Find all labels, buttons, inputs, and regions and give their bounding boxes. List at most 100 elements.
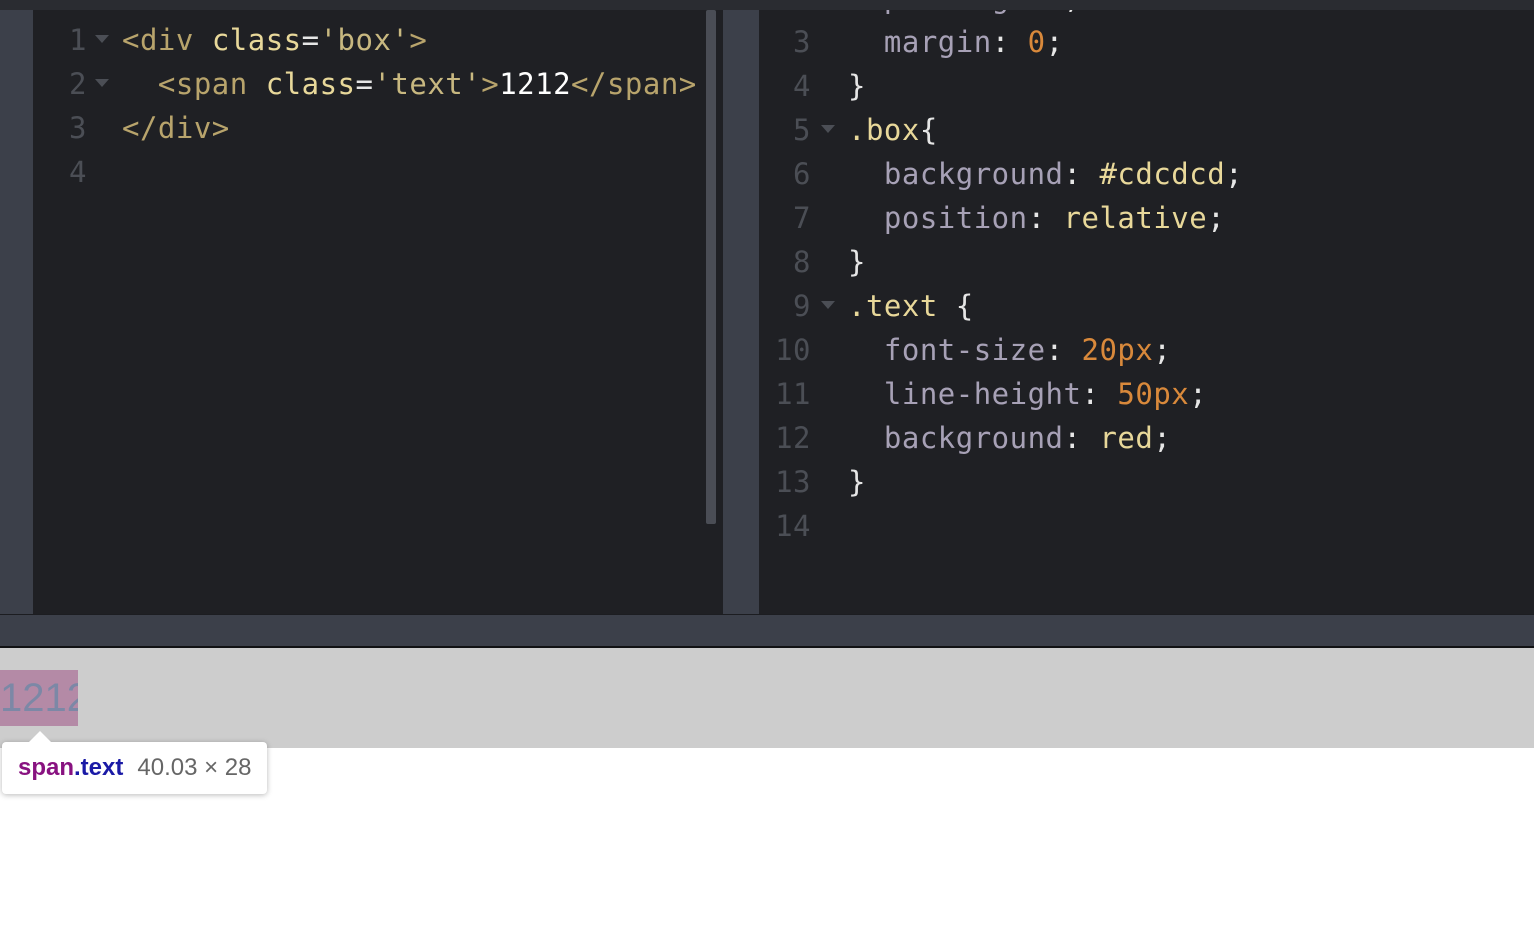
tooltip-dimensions: 40.03 × 28: [137, 754, 252, 781]
line-code: padding: 0;: [848, 10, 1082, 20]
code-token: 'text': [373, 67, 482, 101]
line-number: 3: [793, 25, 811, 59]
line-code: }: [848, 64, 866, 108]
line-number: 8: [793, 245, 811, 279]
code-token: background: [848, 421, 1064, 455]
code-token: :: [1045, 333, 1082, 367]
code-token: red: [1099, 421, 1154, 455]
fold-arrow-icon[interactable]: [821, 125, 835, 133]
code-line[interactable]: 6 background: #cdcdcd;: [759, 152, 1534, 196]
fold-arrow-icon[interactable]: [821, 301, 835, 309]
inspector-tooltip: span.text 40.03 × 28: [2, 731, 268, 794]
code-token: <div: [122, 23, 212, 57]
code-token: </div>: [122, 111, 230, 145]
line-number: 2: [69, 67, 87, 101]
code-token: ;: [1153, 333, 1172, 367]
code-token: :: [1063, 421, 1100, 455]
playground-window: 1 <div class='box'> 2 <span class='text'>1…: [0, 0, 1534, 936]
code-token: ;: [1207, 201, 1226, 235]
code-token: font-size: [848, 333, 1046, 367]
code-token: >: [481, 67, 500, 101]
code-line[interactable]: 4}: [759, 64, 1534, 108]
code-token: =: [301, 23, 320, 57]
line-number: 13: [775, 465, 811, 499]
code-token: }: [848, 245, 866, 279]
editor-top-strip: [0, 0, 1534, 10]
line-code: }: [848, 240, 866, 284]
line-number: 2: [763, 10, 811, 20]
code-token: class: [211, 23, 302, 57]
code-token: :: [991, 25, 1028, 59]
line-number: 5: [793, 113, 811, 147]
code-token: ;: [1064, 10, 1082, 15]
code-line[interactable]: 5 .box{: [759, 108, 1534, 152]
code-token: line-height: [848, 377, 1082, 411]
code-token: .box: [848, 113, 920, 147]
code-token: 20px: [1081, 333, 1154, 367]
code-token: :: [1027, 201, 1064, 235]
pane-resize-divider[interactable]: [0, 614, 1534, 648]
code-token: :: [1063, 157, 1100, 191]
code-token: background: [848, 157, 1064, 191]
fold-arrow-icon[interactable]: [95, 79, 109, 87]
line-code: </div>: [122, 106, 230, 150]
code-line[interactable]: 12 background: red;: [759, 416, 1534, 460]
code-token: position: [848, 201, 1028, 235]
line-code: position: relative;: [848, 196, 1225, 240]
code-token: :: [1081, 377, 1118, 411]
code-token: ;: [1153, 421, 1172, 455]
line-code: line-height: 50px;: [848, 372, 1207, 416]
code-token: {: [919, 113, 938, 147]
html-editor-scrollbar[interactable]: [706, 10, 716, 524]
line-number: 10: [775, 333, 811, 367]
code-token: =: [355, 67, 374, 101]
line-number: 4: [69, 155, 87, 189]
code-line[interactable]: 9 .text {: [759, 284, 1534, 328]
fold-arrow-icon[interactable]: [95, 35, 109, 43]
line-code: background: red;: [848, 416, 1171, 460]
line-code: font-size: 20px;: [848, 328, 1171, 372]
line-number: 11: [775, 377, 811, 411]
line-number: 3: [69, 111, 87, 145]
code-token: </span>: [571, 67, 697, 101]
code-line[interactable]: 3 </div>: [33, 106, 723, 150]
span-text-element: 1212: [0, 670, 78, 726]
result-preview: 1212 span.text 40.03 × 28: [0, 648, 1534, 936]
code-token: padding: [848, 10, 1010, 15]
line-number: 14: [775, 509, 811, 543]
code-token: 'box': [319, 23, 410, 57]
code-line[interactable]: 13}: [759, 460, 1534, 504]
code-token: .text: [848, 289, 938, 323]
code-token: 1212: [499, 67, 572, 101]
code-token: #cdcdcd: [1099, 157, 1226, 191]
code-token: ;: [1045, 25, 1064, 59]
html-editor[interactable]: 1 <div class='box'> 2 <span class='text'>1…: [33, 10, 723, 614]
code-line[interactable]: 2 <span class='text'>1212</span>: [33, 62, 723, 106]
code-line[interactable]: 11 line-height: 50px;: [759, 372, 1534, 416]
editor-area: 1 <div class='box'> 2 <span class='text'>1…: [0, 0, 1534, 614]
line-code: <span class='text'>1212</span>: [122, 62, 697, 106]
code-token: }: [848, 69, 866, 103]
code-token: margin: [848, 25, 992, 59]
code-token: <span: [122, 67, 266, 101]
code-token: }: [848, 465, 866, 499]
code-line[interactable]: 8}: [759, 240, 1534, 284]
code-line[interactable]: 3 margin: 0;: [759, 20, 1534, 64]
line-number: 6: [793, 157, 811, 191]
code-line[interactable]: 7 position: relative;: [759, 196, 1534, 240]
code-line[interactable]: 4: [33, 150, 723, 194]
line-code: <div class='box'>: [122, 18, 427, 62]
code-token: {: [937, 289, 974, 323]
line-code: .box{: [848, 108, 938, 152]
code-line[interactable]: 1 <div class='box'>: [33, 18, 723, 62]
css-editor[interactable]: 2 padding: 0;3 margin: 0;4}5.box{6 backg…: [759, 10, 1534, 614]
line-number: 4: [793, 69, 811, 103]
line-number: 12: [775, 421, 811, 455]
code-line[interactable]: 10 font-size: 20px;: [759, 328, 1534, 372]
code-line[interactable]: 2 padding: 0;: [759, 10, 1534, 20]
line-code: background: #cdcdcd;: [848, 152, 1243, 196]
box-element: 1212: [0, 648, 1534, 748]
code-token: ;: [1225, 157, 1244, 191]
code-line[interactable]: 14: [759, 504, 1534, 548]
code-token: :: [1010, 10, 1046, 15]
